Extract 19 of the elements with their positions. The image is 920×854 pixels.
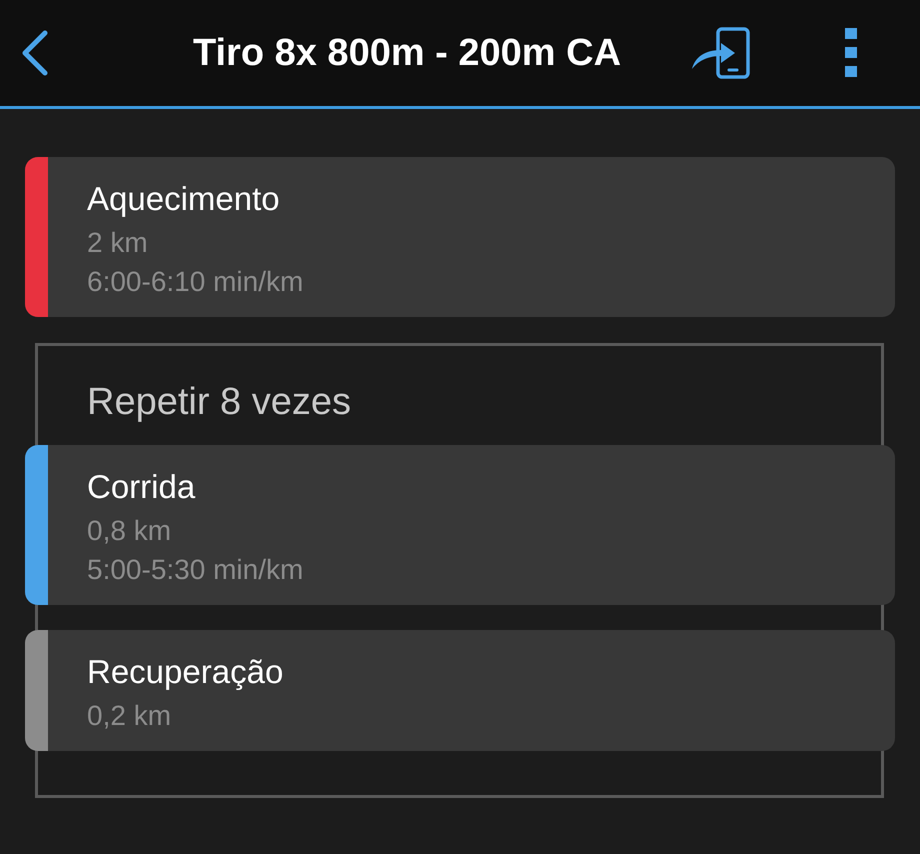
- workout-title: Tiro 8x 800m - 200m CA: [192, 32, 622, 74]
- step-pace: 5:00-5:30 min/km: [87, 553, 304, 587]
- send-to-device-button[interactable]: [691, 27, 751, 79]
- step-card[interactable]: Corrida 0,8 km 5:00-5:30 min/km: [25, 445, 895, 605]
- repeat-label: Repetir 8 vezes: [87, 380, 352, 425]
- back-chevron-icon: [20, 30, 50, 76]
- step-name: Aquecimento: [87, 179, 281, 219]
- more-menu-icon: [844, 28, 858, 78]
- step-card[interactable]: Recuperação 0,2 km: [25, 630, 895, 751]
- step-name: Recuperação: [87, 652, 284, 692]
- more-menu-button[interactable]: [844, 28, 858, 78]
- step-distance: 2 km: [87, 226, 149, 260]
- step-card[interactable]: Aquecimento 2 km 6:00-6:10 min/km: [25, 157, 895, 317]
- step-distance: 0,8 km: [87, 514, 172, 548]
- back-button[interactable]: [20, 30, 50, 76]
- step-pace: 6:00-6:10 min/km: [87, 265, 304, 299]
- step-name: Corrida: [87, 467, 196, 507]
- step-distance: 0,2 km: [87, 699, 172, 733]
- send-to-phone-icon: [691, 27, 751, 79]
